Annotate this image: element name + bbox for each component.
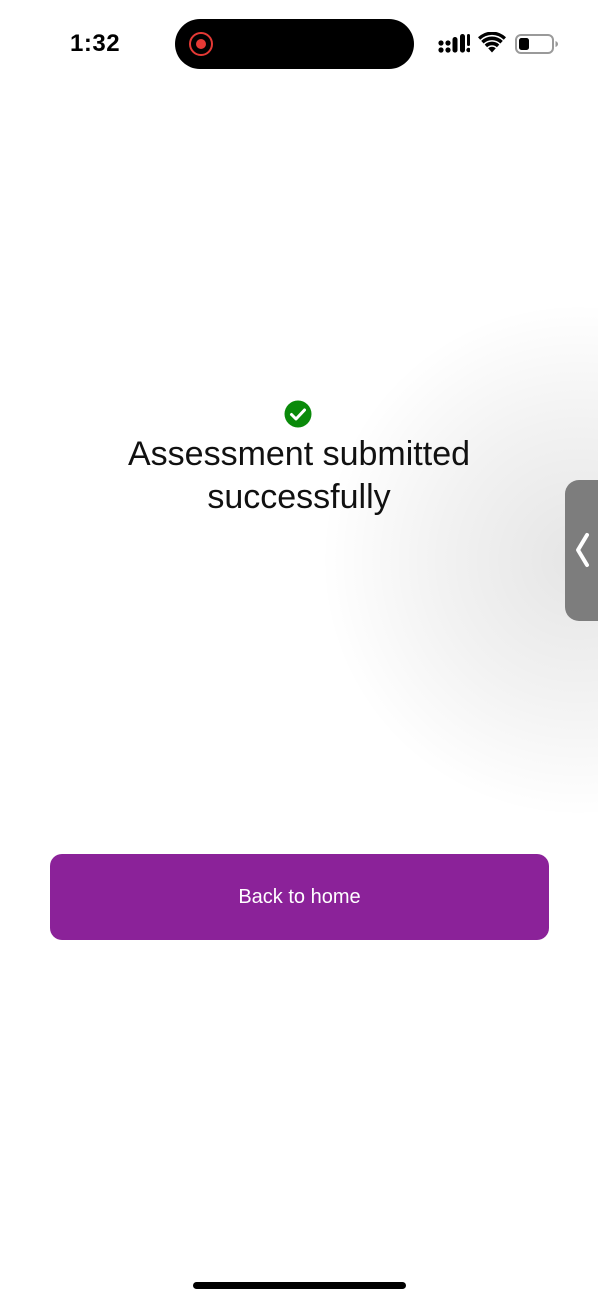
wifi-icon — [478, 32, 506, 53]
status-bar: 1:32 — [0, 0, 598, 88]
screen-recording-icon — [189, 32, 213, 56]
edge-shadow — [298, 280, 598, 840]
screen: 1:32 Assessment submitted successfully B… — [0, 0, 598, 1300]
success-message: Assessment submitted successfully — [127, 435, 471, 516]
check-circle-icon — [284, 400, 312, 428]
home-indicator[interactable] — [193, 1282, 406, 1289]
status-time: 1:32 — [70, 30, 121, 57]
battery-icon — [515, 34, 558, 54]
back-to-home-button[interactable]: Back to home — [50, 854, 549, 940]
side-panel-handle[interactable] — [565, 480, 598, 621]
signal-icon — [438, 34, 470, 53]
chevron-left-icon — [576, 533, 589, 567]
